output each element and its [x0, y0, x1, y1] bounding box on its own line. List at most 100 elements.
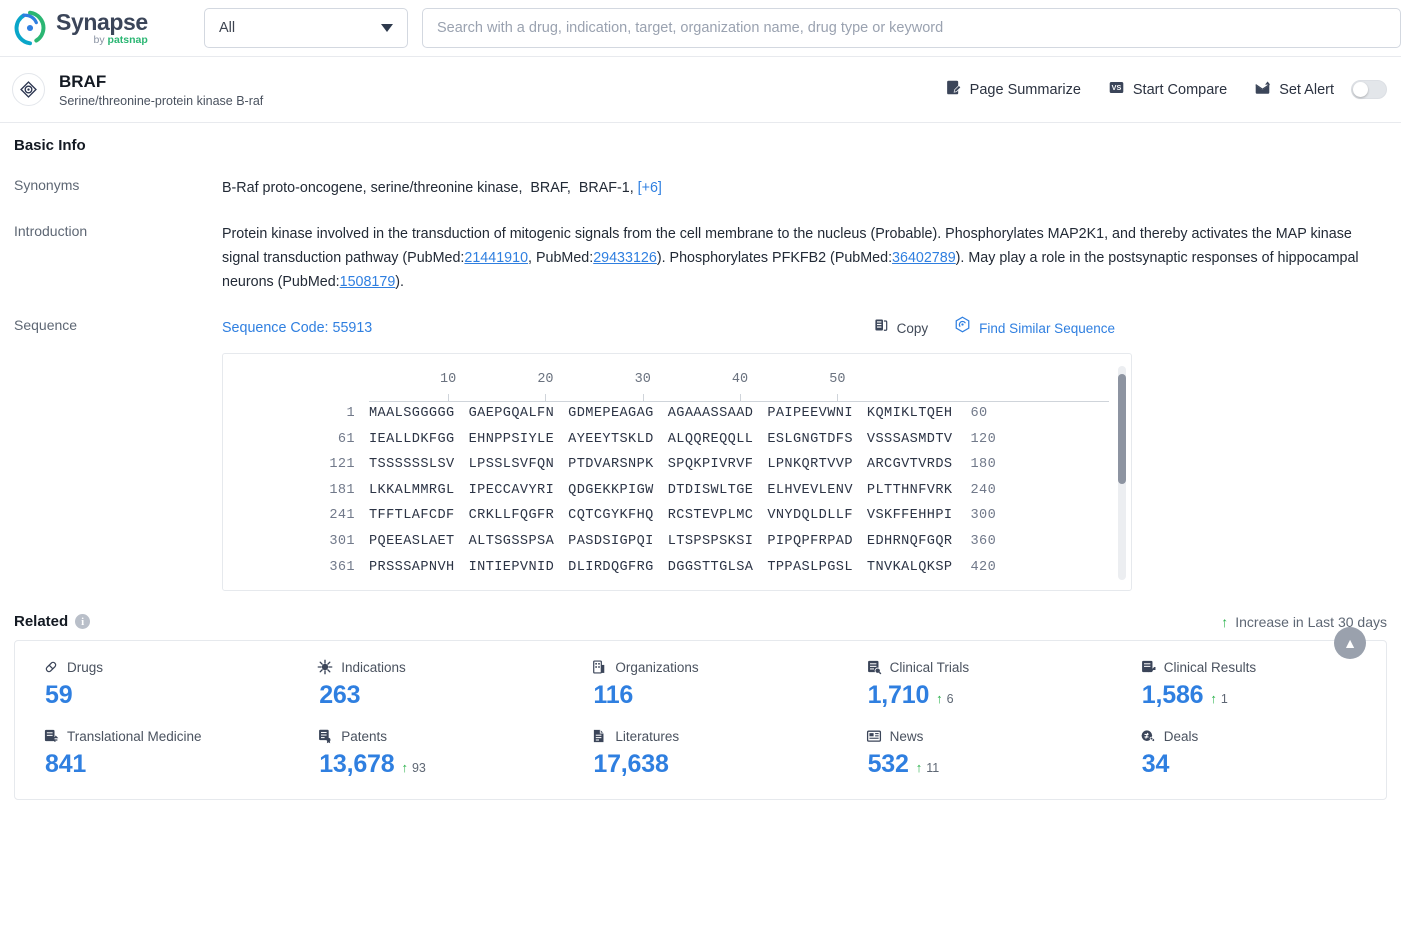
pubmed-link[interactable]: 36402789 [892, 250, 956, 266]
sequence-viewer[interactable]: 10 20 30 40 50 1 MAALSGGGGG GAEPGQALFN GDMEPEAG… [222, 353, 1132, 591]
sequence-start-index: 361 [329, 559, 355, 575]
metric-label-text: Clinical Results [1163, 659, 1257, 675]
sequence-block: EDHRNQFGQR [866, 533, 953, 549]
pubmed-link[interactable]: 1508179 [340, 274, 396, 290]
search-field-wrapper[interactable] [422, 8, 1401, 48]
metric-value-wrap: 1,710 ↑ 6 [866, 681, 1112, 710]
sequence-block: TSSSSSSLSV [369, 457, 455, 473]
metric-clinical-trials[interactable]: Clinical Trials 1,710 ↑ 6 [838, 659, 1112, 710]
sequence-block: ESLGNGTDFS [767, 431, 853, 447]
metric-news[interactable]: News 532 ↑ 11 [838, 728, 1112, 779]
metric-value: 841 [45, 750, 87, 778]
synapse-logo-icon [12, 10, 48, 46]
sequence-end-index: 300 [970, 508, 997, 524]
metric-translational-medicine[interactable]: Translational Medicine 841↑ [15, 728, 289, 779]
metric-value: 34 [1141, 750, 1170, 778]
metric-label-text: Deals [1163, 728, 1199, 744]
entity-description: Serine/threonine-protein kinase B-raf [59, 93, 264, 108]
ruler-tick-label: 10 [440, 372, 457, 387]
sequence-scrollbar-thumb[interactable] [1118, 374, 1126, 484]
sequence-block: LKKALMMRGL [369, 482, 455, 498]
introduction-label: Introduction [14, 223, 88, 239]
ruler-tick-label: 40 [731, 372, 749, 387]
metric-label-text: Drugs [67, 659, 104, 675]
drugs-icon [43, 659, 59, 675]
metric-label: Deals [1140, 728, 1386, 744]
metric-delta: ↑ 93 [401, 760, 425, 775]
sequence-block: INTIEPVNID [468, 559, 555, 575]
metric-value: 13,678 [319, 750, 395, 778]
sequence-block: PQEEASLAET [369, 533, 455, 549]
metric-label: Translational Medicine [43, 728, 289, 744]
metric-value: 263 [319, 681, 361, 709]
scroll-to-top-icon[interactable]: ▲ [1334, 627, 1366, 659]
sequence-block: ALQQREQQLL [667, 431, 754, 447]
metric-delta: ↑ 1 [1210, 691, 1227, 706]
metric-patents[interactable]: Patents 13,678 ↑ 93 [289, 728, 563, 779]
sequence-code-link[interactable]: Sequence Code: 55913 [222, 316, 372, 340]
page-summarize-button[interactable]: Page Summarize [945, 79, 1081, 100]
sequence-block: CRKLLFQGFR [468, 508, 555, 524]
copy-sequence-button[interactable]: Copy [873, 317, 928, 341]
svg-text:VS: VS [1112, 83, 1122, 92]
indications-icon [317, 659, 333, 675]
sequence-line: 61 IEALLDKFGG EHNPPSIYLE AYEEYTSKLD ALQQREQQ… [223, 428, 1131, 454]
ruler-tick-label: 20 [537, 372, 554, 387]
sequence-block: DTDISWLTGE [667, 482, 754, 498]
pubmed-link[interactable]: 29433126 [593, 250, 657, 266]
metric-clinical-results[interactable]: Clinical Results 1,586 ↑ 1 [1112, 659, 1386, 710]
sequence-start-index: 61 [337, 431, 355, 447]
metric-label: Clinical Results [1140, 659, 1386, 675]
metric-value-wrap: 116↑ [591, 681, 837, 710]
set-alert-toggle[interactable] [1351, 80, 1387, 99]
sequence-line: 181 LKKALMMRGL IPECCAVYRI QDGEKKPIGW DTDISWL… [223, 479, 1131, 505]
entity-header: BRAF Serine/threonine-protein kinase B-r… [0, 57, 1401, 123]
sequence-block: QDGEKKPIGW [568, 482, 654, 498]
pubmed-link[interactable]: 21441910 [464, 250, 528, 266]
synonyms-more-link[interactable]: [+6] [638, 180, 662, 196]
metric-indications[interactable]: Indications 263↑ [289, 659, 563, 710]
synonym-item: B-Raf proto-oncogene, serine/threonine k… [222, 180, 519, 196]
search-input[interactable] [437, 20, 1386, 36]
ruler-tick [642, 394, 644, 401]
start-compare-button[interactable]: VS Start Compare [1108, 79, 1227, 100]
sequence-line: 241 TFFTLAFCDF CRKLLFQGFR CQTCGYKFHQ RCSTEVP… [223, 504, 1131, 530]
introduction-row: Introduction Protein kinase involved in … [14, 222, 1387, 294]
sequence-viewer-inner: 10 20 30 40 50 1 MAALSGGGGG GAEPGQALFN GDMEPEAG… [223, 354, 1131, 581]
related-heading-wrap: Related i [14, 613, 91, 630]
sequence-block: SPQKPIVRVF [667, 457, 754, 473]
literatures-icon [591, 728, 607, 744]
info-icon[interactable]: i [75, 614, 91, 629]
metric-literatures[interactable]: Literatures 17,638↑ [563, 728, 837, 779]
clinical-results-icon [1140, 659, 1156, 675]
find-similar-label: Find Similar Sequence [979, 320, 1115, 336]
sequence-residue-blocks: TSSSSSSLSV LPSSLSVFQN PTDVARSNPK SPQKPIVRVF… [369, 453, 952, 477]
metric-organizations[interactable]: Organizations 116↑ [563, 659, 837, 710]
metric-deals[interactable]: Deals 34↑ [1112, 728, 1386, 779]
sequence-lines: 1 MAALSGGGGG GAEPGQALFN GDMEPEAGAG AGAAASSAA… [223, 402, 1131, 581]
metric-delta-value: 6 [946, 692, 954, 706]
page-title: BRAF [59, 72, 107, 92]
sequence-block: TFFTLAFCDF [369, 508, 455, 524]
sequence-end-index: 420 [970, 559, 997, 575]
metric-value: 1,710 [867, 681, 930, 709]
ruler-tick [837, 394, 839, 401]
search-scope-select[interactable]: All [204, 8, 408, 48]
synonym-item: BRAF [530, 180, 567, 196]
set-alert-label: Set Alert [1279, 81, 1334, 98]
sequence-residue-blocks: IEALLDKFGG EHNPPSIYLE AYEEYTSKLD ALQQREQQLL… [369, 428, 952, 452]
sequence-block: VSSSASMDTV [866, 431, 953, 447]
sequence-residue-blocks: LKKALMMRGL IPECCAVYRI QDGEKKPIGW DTDISWLTGE… [369, 479, 952, 503]
set-alert-button[interactable]: Set Alert [1254, 79, 1387, 100]
app-logo[interactable]: Synapse by patsnap [12, 10, 194, 46]
sequence-block: ARCGVTVRDS [866, 457, 953, 473]
news-icon [866, 728, 882, 744]
metric-drugs[interactable]: Drugs 59↑ [15, 659, 289, 710]
sequence-block: IEALLDKFGG [369, 431, 455, 447]
metric-value-wrap: 59↑ [43, 681, 289, 710]
find-similar-sequence-button[interactable]: Find Similar Sequence [954, 316, 1115, 341]
metric-value-wrap: 263↑ [317, 681, 563, 710]
sequence-block: IPECCAVYRI [468, 482, 555, 498]
sequence-scrollbar[interactable] [1118, 366, 1126, 580]
metric-label: Clinical Trials [866, 659, 1112, 675]
